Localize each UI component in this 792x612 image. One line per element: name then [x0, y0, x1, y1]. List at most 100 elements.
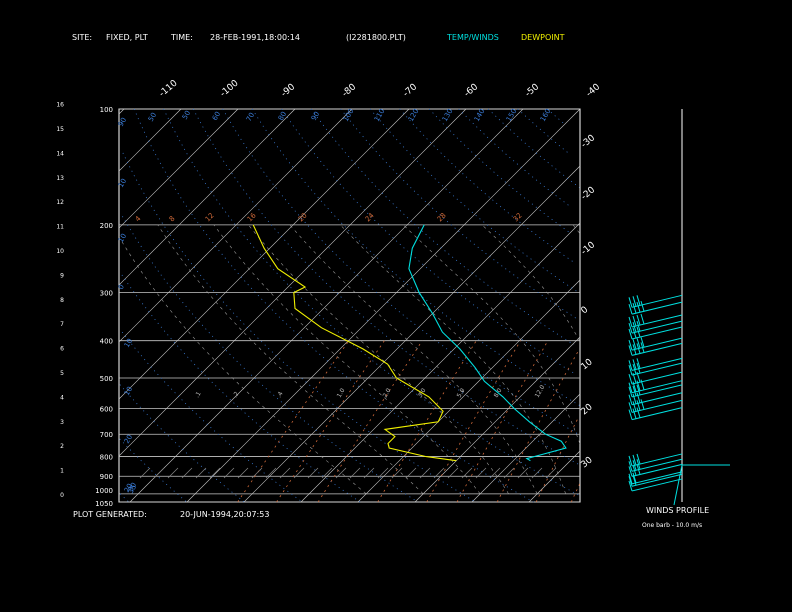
mixing-ratio-label: .1 [194, 390, 203, 399]
pressure-tick-label: 1000 [95, 487, 113, 495]
moist-adiabat-line [340, 224, 566, 494]
isotherm-line [186, 108, 581, 503]
wind-barb [631, 337, 683, 351]
height-tick-label: 12 [56, 199, 64, 206]
dry-adiabat-label: 160 [539, 107, 553, 123]
temp-right-tick-label: -30 [580, 133, 598, 150]
temp-top-tick-label: -80 [341, 82, 359, 99]
isotherm-line [471, 393, 581, 503]
dry-adiabat-label: 50 [181, 109, 192, 121]
isotherm-line [118, 108, 410, 400]
temp-right-tick-label: 10 [580, 357, 595, 372]
dry-adiabat-label: 50 [147, 111, 158, 123]
moist-adiabat-line [481, 224, 580, 341]
moist-adiabat-label: 20 [297, 211, 309, 223]
dry-adiabat-label: 70 [245, 111, 256, 123]
dry-adiabat-line [458, 108, 572, 208]
dry-adiabat-line [369, 108, 579, 293]
generated-label: PLOT GENERATED: [73, 510, 147, 519]
barb-note: One barb - 10.0 m/s [642, 522, 703, 529]
temp-right-tick-label: -20 [580, 185, 598, 202]
dry-adiabat-line [122, 152, 476, 503]
pressure-tick-label: 100 [100, 106, 113, 114]
dry-adiabat-label: 60 [211, 110, 222, 122]
height-tick-label: 6 [60, 346, 64, 353]
dry-adiabat-line [340, 108, 577, 319]
chart-profiles [252, 224, 567, 462]
mixing-ratio-label: 5.0 [456, 387, 467, 399]
mixing-ratio-label: 2.0 [382, 387, 393, 399]
pressure-tick-label: 1050 [95, 500, 113, 508]
mixing-ratio-label: 1.0 [336, 387, 347, 399]
isotherm-line [243, 165, 581, 503]
height-tick-label: 13 [56, 175, 64, 182]
dry-adiabat-line [487, 108, 580, 188]
temp-right-tick-label: 30 [580, 455, 595, 470]
mixing-ratio-line [426, 340, 521, 503]
mixing-ratio-line [570, 483, 581, 503]
temp-top-tick-label: -40 [585, 82, 603, 99]
wind-barb-flag [640, 399, 645, 410]
mixing-ratio-label: .4 [276, 390, 285, 399]
pressure-tick-label: 400 [100, 338, 113, 346]
dry-adiabat-line [399, 108, 574, 263]
isotherm-line [118, 108, 467, 457]
wind-barb [631, 294, 683, 308]
isotherm-line [118, 108, 353, 343]
chart-frame [118, 108, 581, 503]
mixing-ratio-line [237, 340, 350, 503]
wind-barb-flag [640, 301, 645, 312]
pressure-tick-label: 800 [100, 454, 113, 462]
temp-right-tick-label: -10 [580, 240, 598, 257]
dry-adiabat-label: 100 [342, 107, 356, 123]
moist-adiabat-label: 32 [512, 211, 524, 223]
height-tick-label: 9 [60, 272, 64, 279]
dry-adiabat-label: 20 [123, 433, 134, 445]
height-tick-label: 16 [56, 102, 64, 109]
height-tick-label: 4 [60, 394, 64, 401]
dry-adiabat-line [119, 493, 130, 503]
temp-right-tick-label: 20 [580, 402, 595, 417]
moist-adiabat-label: 16 [246, 211, 258, 223]
wind-barb [673, 464, 683, 506]
pressure-tick-label: 500 [100, 375, 113, 383]
dewpoint-profile [252, 224, 457, 462]
dry-adiabat-line [428, 108, 571, 234]
wind-barb [631, 314, 683, 328]
height-tick-label: 10 [56, 248, 64, 255]
dry-adiabat-line [121, 274, 361, 503]
height-tick-label: 3 [60, 419, 64, 426]
dry-adiabat-line [222, 108, 579, 435]
height-tick-label: 2 [60, 443, 64, 450]
moist-adiabat-line [157, 224, 424, 495]
dry-adiabat-label: 110 [373, 107, 387, 123]
pressure-tick-label: 700 [100, 431, 113, 439]
height-tick-label: 14 [56, 150, 64, 157]
dry-adiabat-label: 0 [117, 283, 126, 291]
temp-top-tick-label: -50 [524, 82, 542, 99]
height-tick-label: 15 [56, 126, 64, 133]
winds-profile [628, 109, 730, 506]
pressure-tick-label: 200 [100, 222, 113, 230]
mixing-ratio-label: .2 [232, 390, 241, 399]
pressure-tick-label: 900 [100, 473, 113, 481]
dry-adiabat-label: 130 [441, 107, 455, 123]
isotherm-line [118, 108, 296, 286]
height-tick-label: 1 [60, 468, 64, 475]
dry-adiabat-line [310, 108, 575, 346]
height-tick-label: 8 [60, 297, 64, 304]
dry-adiabat-label: 90 [310, 110, 321, 122]
skew-t-chart: 1002003004005006007008009001000105001234… [56, 78, 730, 508]
dry-adiabat-label: 120 [407, 107, 421, 123]
dry-adiabat-line [122, 216, 419, 503]
moist-adiabat-label: 8 [168, 215, 177, 224]
dry-adiabat-label: 80 [277, 110, 288, 122]
isotherm-line [118, 108, 239, 229]
chart-grid [118, 108, 581, 503]
mixing-ratio-line [456, 340, 549, 503]
mixing-ratio-line [535, 416, 580, 503]
winds-profile-title: WINDS PROFILE [646, 506, 710, 515]
pressure-tick-label: 300 [100, 290, 113, 298]
moist-adiabat-label: 4 [134, 214, 143, 223]
moist-adiabat-label: 28 [436, 211, 448, 223]
